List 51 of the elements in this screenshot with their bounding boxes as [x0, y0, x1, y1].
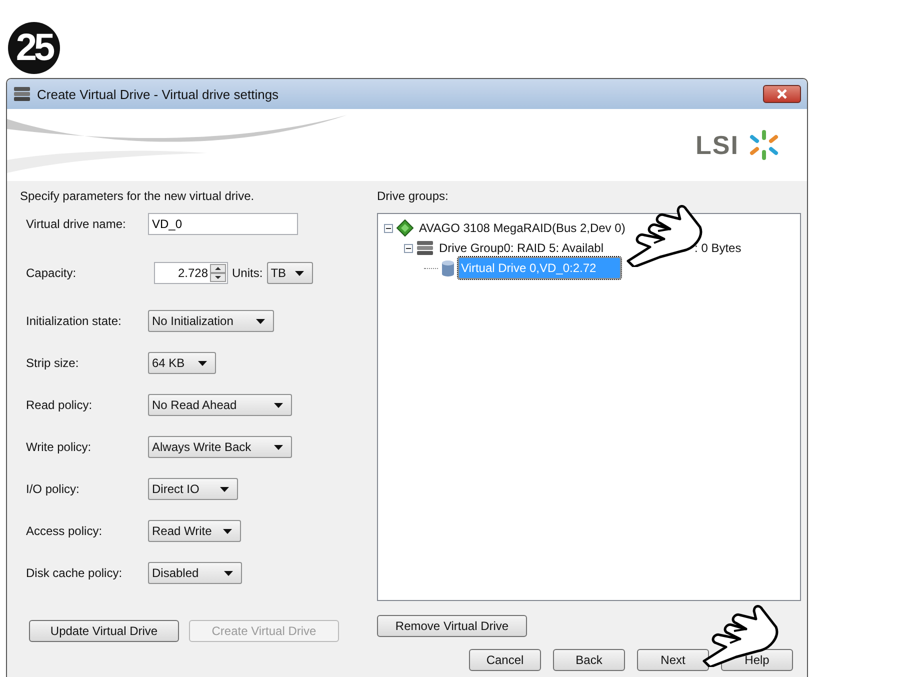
close-button[interactable]	[763, 85, 801, 103]
logo-text: LSI	[696, 130, 739, 160]
step-number: 25	[8, 22, 60, 74]
field-label: Strip size:	[26, 355, 80, 370]
nav-button[interactable]: Cancel	[469, 649, 541, 671]
caret-icon	[198, 360, 207, 366]
nav-button[interactable]: Back	[553, 649, 625, 671]
tree-item[interactable]: Drive Group0: RAID 5: Availabl	[437, 240, 606, 256]
instruction-text: Specify parameters for the new virtual drive.	[20, 189, 256, 205]
remove-button[interactable]: Remove Virtual Drive	[377, 615, 527, 637]
caret-icon	[274, 402, 283, 408]
dropdown[interactable]: Read Write	[148, 520, 241, 542]
dropdown[interactable]: No Read Ahead	[148, 394, 292, 416]
field-label: Initialization state:	[26, 313, 122, 328]
section-label: Drive groups:	[377, 189, 450, 205]
window-title: Create Virtual Drive - Virtual drive settings	[37, 86, 280, 102]
caret-icon	[256, 318, 265, 324]
field-label: Capacity:	[26, 265, 78, 280]
dropdown[interactable]: No Initialization	[148, 310, 274, 332]
caret-icon	[294, 270, 304, 276]
caret-icon	[223, 528, 232, 534]
chip-icon	[396, 219, 414, 237]
nav-button[interactable]: Next	[637, 649, 709, 671]
hand-pointer-icon	[700, 603, 780, 667]
caret-icon	[224, 570, 233, 576]
collapse-toggle[interactable]	[404, 244, 413, 252]
field-label: Disk cache policy:	[26, 565, 124, 580]
units-dropdown[interactable]: TB	[266, 262, 313, 284]
caret-icon	[220, 486, 229, 492]
action-button[interactable]: Update Virtual Drive	[29, 620, 179, 642]
starburst-icon	[747, 130, 781, 160]
field-label: Units:	[231, 265, 264, 280]
field-label: Write policy:	[26, 439, 92, 454]
close-icon	[776, 89, 788, 99]
caret-icon	[274, 444, 283, 450]
database-icon	[13, 86, 31, 102]
collapse-toggle[interactable]	[384, 224, 393, 232]
dropdown[interactable]: Direct IO	[148, 478, 238, 500]
field-label: Read policy:	[26, 397, 94, 412]
capacity-spinner[interactable]: 2.728	[154, 262, 228, 284]
drive-stack-icon	[416, 240, 434, 256]
field-label: I/O policy:	[26, 481, 80, 496]
field-label: Virtual drive name:	[26, 216, 127, 231]
dropdown[interactable]: 64 KB	[148, 352, 216, 374]
tree-item[interactable]: AVAGO 3108 MegaRAID(Bus 2,Dev 0)	[417, 220, 628, 236]
name-field[interactable]: VD_0	[148, 213, 298, 235]
dropdown[interactable]: Disabled	[148, 562, 242, 584]
field-label: Access policy:	[26, 523, 104, 538]
dropdown[interactable]: Always Write Back	[148, 436, 292, 458]
tree-item-text: : 0 Bytes	[694, 241, 742, 255]
cylinder-icon	[441, 260, 455, 276]
